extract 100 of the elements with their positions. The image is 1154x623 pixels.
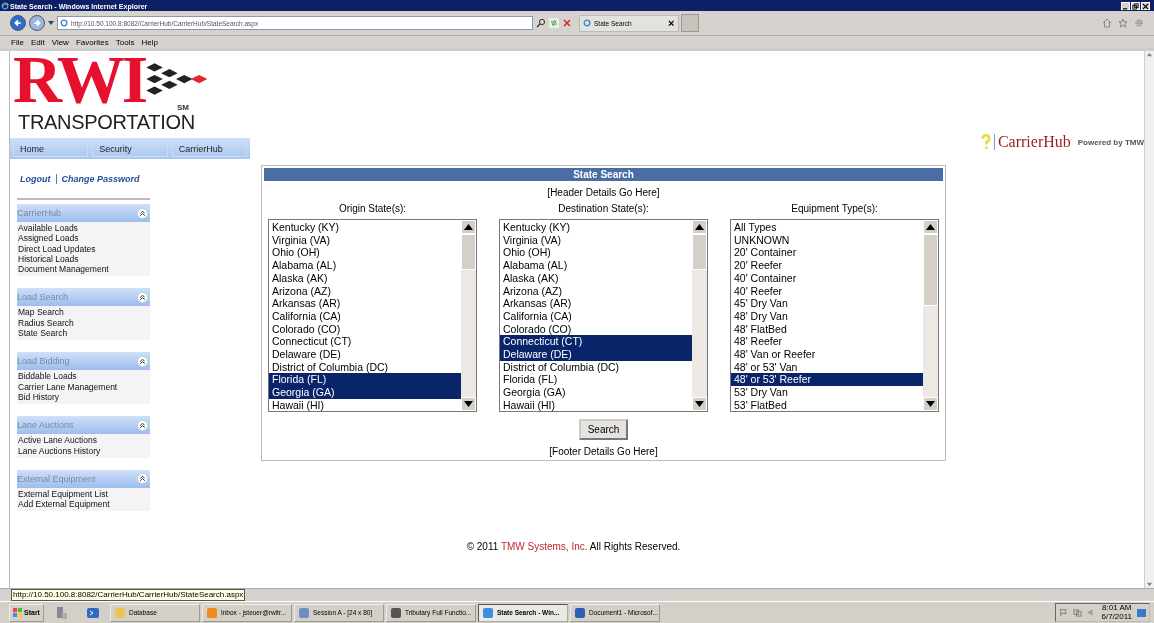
show-desktop-button[interactable] <box>1137 608 1146 617</box>
list-option[interactable]: Georgia (GA) <box>269 386 461 399</box>
home-icon[interactable] <box>1102 18 1112 28</box>
list-option[interactable]: 40' Reefer <box>731 284 923 298</box>
sidebar-link[interactable]: Carrier Lane Management <box>18 381 150 392</box>
collapse-icon[interactable] <box>137 207 148 219</box>
list-option[interactable]: Colorado (CO) <box>269 322 461 336</box>
menu-item[interactable]: View <box>51 37 69 47</box>
list-option[interactable]: 48' FlatBed <box>731 322 923 336</box>
scrollbar[interactable] <box>692 220 707 411</box>
list-option[interactable]: Arkansas (AR) <box>500 297 692 310</box>
list-option[interactable]: 48' or 53' Reefer <box>731 373 923 387</box>
menu-item[interactable]: File <box>11 37 24 47</box>
search-button[interactable]: Search <box>578 419 629 440</box>
list-option[interactable]: 20' Container <box>731 246 923 260</box>
scrollbar[interactable] <box>461 220 476 411</box>
scroll-up-icon[interactable] <box>923 220 938 234</box>
scrollbar[interactable] <box>923 220 938 411</box>
list-option[interactable]: 40' Container <box>731 271 923 285</box>
list-option[interactable]: Alabama (AL) <box>500 259 692 272</box>
account-link[interactable]: Logout <box>20 174 56 184</box>
sidebar-link[interactable]: State Search <box>18 328 150 339</box>
sidebar-link[interactable]: Bid History <box>18 391 150 403</box>
list-option[interactable]: 53' Dry Van <box>731 386 923 399</box>
scroll-thumb[interactable] <box>923 234 938 306</box>
list-option[interactable]: 48' or 53' Van <box>731 360 923 374</box>
menu-item[interactable]: Edit <box>30 37 45 47</box>
list-option[interactable]: Alaska (AK) <box>269 271 461 285</box>
collapse-icon[interactable] <box>137 355 148 367</box>
collapse-icon[interactable] <box>137 473 148 485</box>
scroll-down-icon[interactable] <box>461 397 476 411</box>
help-icon[interactable] <box>980 134 995 150</box>
stop-icon[interactable] <box>562 18 572 28</box>
scroll-down-icon[interactable] <box>923 397 938 411</box>
sidebar-link[interactable]: Assigned Loads <box>18 233 150 244</box>
list-option[interactable]: Delaware (DE) <box>269 348 461 361</box>
close-button[interactable] <box>1141 2 1150 10</box>
scroll-thumb[interactable] <box>461 234 476 270</box>
scroll-up-icon[interactable] <box>461 220 476 234</box>
sidebar-link[interactable]: Document Management <box>18 264 150 275</box>
list-option[interactable]: 48' Dry Van <box>731 309 923 323</box>
restore-button[interactable] <box>1131 2 1140 10</box>
collapse-icon[interactable] <box>137 419 148 431</box>
scroll-down-icon[interactable] <box>692 397 707 411</box>
scroll-thumb[interactable] <box>692 234 707 270</box>
nav-tab[interactable]: CarrierHub <box>171 140 247 157</box>
sidebar-link[interactable]: Historical Loads <box>18 253 150 265</box>
list-option[interactable]: Arizona (AZ) <box>500 284 692 298</box>
nav-tab[interactable]: Home <box>13 140 89 157</box>
list-option[interactable]: District of Columbia (DC) <box>500 360 692 374</box>
list-option[interactable]: Kentucky (KY) <box>269 221 461 234</box>
account-link[interactable]: Change Password <box>55 174 145 184</box>
back-button[interactable] <box>10 15 26 31</box>
menu-item[interactable]: Tools <box>115 37 135 47</box>
list-option[interactable]: District of Columbia (DC) <box>269 360 461 374</box>
list-option[interactable]: Delaware (DE) <box>500 348 692 361</box>
multi-select-list[interactable]: All Types UNKNOWN 20' Container 20' Reefer 40' Container 40' Reefer 45' Dry Van 48' Dry Van 48' FlatBed 48' Reefer 48' Van or Reefer 48' or 53' Van 48' or 53' Reefer 53' Dry Van 53' FlatBed <box>730 219 939 412</box>
list-option[interactable]: All Types <box>731 221 923 234</box>
list-option[interactable]: Ohio (OH) <box>269 246 461 260</box>
list-option[interactable]: Hawaii (HI) <box>269 398 461 412</box>
new-tab-button[interactable] <box>681 14 700 32</box>
list-option[interactable]: Florida (FL) <box>269 373 461 387</box>
flag-icon[interactable] <box>1059 608 1069 617</box>
list-option[interactable]: Kentucky (KY) <box>500 221 692 234</box>
sidebar-link[interactable]: Add External Equipment <box>18 499 150 510</box>
list-option[interactable]: 53' FlatBed <box>731 398 923 412</box>
star-icon[interactable] <box>1118 18 1128 28</box>
tab-close-button[interactable]: × <box>668 17 675 29</box>
scroll-up-icon[interactable] <box>692 220 707 234</box>
menu-item[interactable]: Help <box>141 37 158 47</box>
list-option[interactable]: Colorado (CO) <box>500 322 692 336</box>
collapse-icon[interactable] <box>137 292 148 303</box>
multi-select-list[interactable] <box>499 219 708 412</box>
sidebar-link[interactable]: Lane Auctions History <box>18 445 150 456</box>
settings-icon[interactable] <box>1134 18 1144 28</box>
sidebar-link[interactable]: Biddable Loads <box>18 371 150 382</box>
list-option[interactable]: Alaska (AK) <box>500 271 692 285</box>
sidebar-link[interactable]: Active Lane Auctions <box>18 435 150 446</box>
nav-tab[interactable]: Security <box>92 140 168 157</box>
list-option[interactable]: California (CA) <box>500 309 692 323</box>
list-option[interactable]: 20' Reefer <box>731 259 923 272</box>
list-option[interactable]: Florida (FL) <box>500 373 692 387</box>
list-option[interactable]: Ohio (OH) <box>500 246 692 260</box>
clock[interactable]: 8:01 AM 6/7/2011 <box>1101 604 1132 621</box>
list-option[interactable]: Arizona (AZ) <box>269 284 461 298</box>
list-option[interactable]: 48' Reefer <box>731 335 923 349</box>
list-option[interactable]: California (CA) <box>269 309 461 323</box>
list-option[interactable]: UNKNOWN <box>731 233 923 247</box>
sidebar-link[interactable]: Map Search <box>18 307 150 318</box>
minimize-button[interactable] <box>1121 2 1130 10</box>
sidebar-link[interactable]: Radius Search <box>18 317 150 329</box>
network-icon[interactable] <box>1073 608 1083 617</box>
sidebar-link[interactable]: External Equipment List <box>18 488 150 500</box>
list-option[interactable]: Arkansas (AR) <box>269 297 461 310</box>
list-option[interactable]: Georgia (GA) <box>500 386 692 399</box>
list-option[interactable]: 45' Dry Van <box>731 297 923 310</box>
sidebar-link[interactable]: Available Loads <box>18 223 150 234</box>
sidebar-link[interactable]: Direct Load Updates <box>18 243 150 254</box>
list-option[interactable]: Alabama (AL) <box>269 259 461 272</box>
dropdown-icon[interactable] <box>48 21 54 25</box>
